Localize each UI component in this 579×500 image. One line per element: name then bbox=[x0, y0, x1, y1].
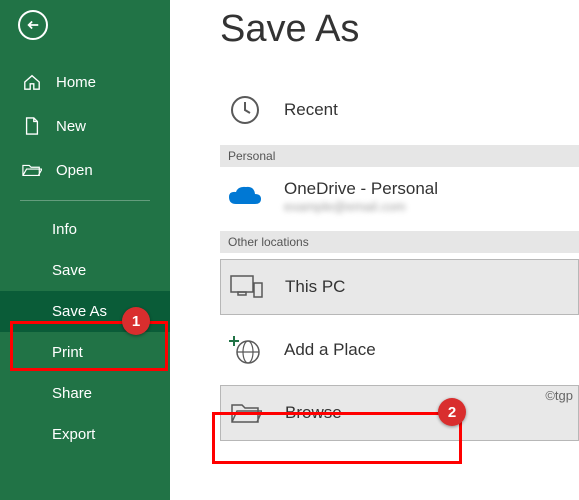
location-this-pc[interactable]: This PC bbox=[220, 259, 579, 315]
location-sublabel: example@email.com bbox=[284, 199, 438, 214]
location-label: OneDrive - Personal bbox=[284, 179, 438, 199]
nav-new[interactable]: New bbox=[0, 104, 170, 148]
folder-icon bbox=[227, 394, 265, 432]
home-icon bbox=[22, 72, 42, 92]
location-label: Add a Place bbox=[284, 340, 376, 360]
location-browse[interactable]: Browse bbox=[220, 385, 579, 441]
main-panel: Save As Recent Personal OneDrive - Perso… bbox=[170, 0, 579, 500]
nav-label: Home bbox=[56, 74, 96, 91]
nav-label: Info bbox=[52, 221, 77, 238]
nav-label: Print bbox=[52, 344, 83, 361]
arrow-left-icon bbox=[26, 18, 40, 32]
clock-icon bbox=[226, 91, 264, 129]
back-button[interactable] bbox=[18, 10, 48, 40]
location-add-place[interactable]: Add a Place bbox=[220, 321, 579, 379]
add-place-icon bbox=[226, 331, 264, 369]
nav-save[interactable]: Save bbox=[0, 250, 170, 291]
page-title: Save As bbox=[220, 8, 579, 51]
location-label: This PC bbox=[285, 277, 345, 297]
nav-label: Save bbox=[52, 262, 86, 279]
computer-icon bbox=[227, 268, 265, 306]
divider bbox=[20, 200, 150, 201]
section-personal: Personal bbox=[220, 145, 579, 167]
location-label: Browse bbox=[285, 403, 342, 423]
location-label: Recent bbox=[284, 100, 338, 120]
nav-label: Save As bbox=[52, 303, 107, 320]
annotation-marker-1: 1 bbox=[122, 307, 150, 335]
nav-home[interactable]: Home bbox=[0, 60, 170, 104]
nav-label: Export bbox=[52, 426, 95, 443]
nav-label: Open bbox=[56, 162, 93, 179]
onedrive-icon bbox=[226, 177, 264, 215]
new-file-icon bbox=[22, 116, 42, 136]
folder-open-icon bbox=[22, 160, 42, 180]
location-onedrive[interactable]: OneDrive - Personal example@email.com bbox=[220, 167, 579, 225]
location-recent[interactable]: Recent bbox=[220, 81, 579, 139]
nav-export[interactable]: Export bbox=[0, 414, 170, 455]
nav-print[interactable]: Print bbox=[0, 332, 170, 373]
sidebar: Home New Open Info Save Save As Print Sh… bbox=[0, 0, 170, 500]
nav-label: Share bbox=[52, 385, 92, 402]
section-other: Other locations bbox=[220, 231, 579, 253]
nav-label: New bbox=[56, 118, 86, 135]
nav-share[interactable]: Share bbox=[0, 373, 170, 414]
watermark: ©tgp bbox=[545, 388, 573, 403]
nav-open[interactable]: Open bbox=[0, 148, 170, 192]
nav-info[interactable]: Info bbox=[0, 209, 170, 250]
annotation-marker-2: 2 bbox=[438, 398, 466, 426]
